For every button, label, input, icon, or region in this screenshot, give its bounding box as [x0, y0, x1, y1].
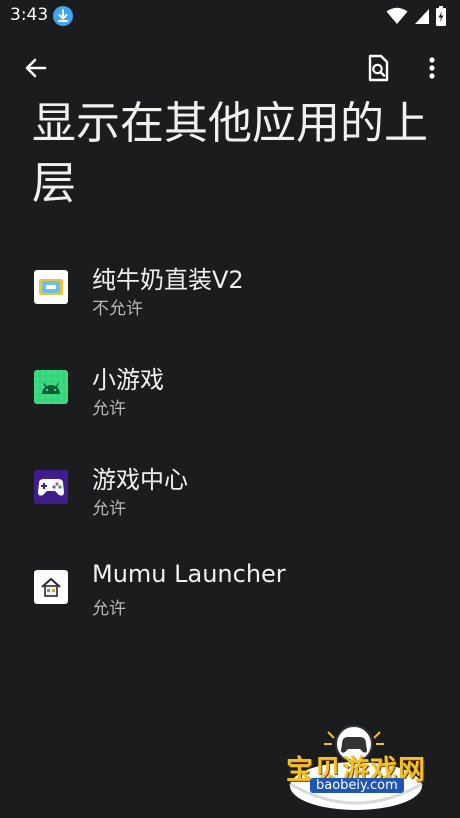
status-time: 3:43 — [10, 5, 49, 25]
watermark-url: baobeiy.com — [310, 778, 404, 793]
download-icon — [53, 6, 73, 26]
search-settings-icon[interactable] — [362, 52, 394, 84]
watermark: 宝贝游戏网 baobeiy.com — [280, 722, 432, 814]
app-permission-status: 允许 — [92, 399, 126, 419]
toolbar — [0, 44, 460, 90]
battery-icon — [436, 6, 446, 26]
status-bar: 3:43 — [0, 0, 460, 32]
app-permission-status: 允许 — [92, 599, 126, 619]
android-icon — [34, 370, 68, 404]
milk-app-icon — [34, 270, 68, 304]
list-item[interactable]: 小游戏 允许 — [0, 338, 460, 434]
app-name: 游戏中心 — [92, 466, 188, 494]
app-name: 纯牛奶直装V2 — [92, 266, 244, 294]
home-icon — [34, 570, 68, 604]
app-permission-status: 不允许 — [92, 299, 143, 319]
gamepad-icon — [34, 470, 68, 504]
more-options-icon[interactable] — [418, 52, 446, 84]
signal-icon — [415, 9, 429, 24]
page-title: 显示在其他应用的上层 — [32, 98, 428, 209]
app-permission-status: 允许 — [92, 499, 126, 519]
app-name: Mumu Launcher — [92, 560, 286, 588]
wifi-icon — [386, 7, 408, 24]
list-item[interactable]: 游戏中心 允许 — [0, 438, 460, 534]
list-item[interactable]: Mumu Launcher 允许 — [0, 538, 460, 634]
back-arrow-icon[interactable] — [20, 52, 52, 84]
list-item[interactable]: 纯牛奶直装V2 不允许 — [0, 238, 460, 334]
app-name: 小游戏 — [92, 366, 164, 394]
